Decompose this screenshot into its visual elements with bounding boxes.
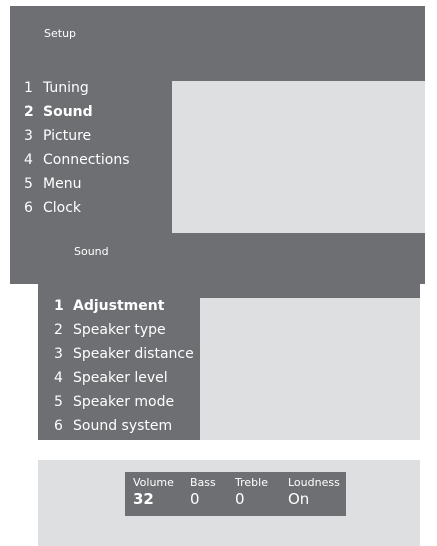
menu-item-number: 5 xyxy=(24,176,33,192)
sound-menu-item-speaker-mode[interactable]: 5 Speaker mode xyxy=(54,393,174,411)
setup-menu-item-menu[interactable]: 5 Menu xyxy=(24,175,81,193)
loudness-label: Loudness xyxy=(288,476,340,489)
sound-menu-item-sound-system[interactable]: 6 Sound system xyxy=(54,417,172,435)
sound-menu-item-speaker-distance[interactable]: 3 Speaker distance xyxy=(54,345,194,363)
bass-readout: Bass 0 xyxy=(190,476,216,508)
menu-item-label: Clock xyxy=(43,200,82,216)
menu-item-label: Tuning xyxy=(43,80,89,96)
menu-item-label: Speaker mode xyxy=(73,394,175,410)
treble-readout: Treble 0 xyxy=(235,476,268,508)
menu-item-label: Speaker distance xyxy=(73,346,194,362)
menu-item-number: 4 xyxy=(54,370,63,386)
menu-item-label: Menu xyxy=(43,176,82,192)
setup-menu-item-tuning[interactable]: 1 Tuning xyxy=(24,79,89,97)
treble-value: 0 xyxy=(235,490,245,508)
bass-value: 0 xyxy=(190,490,200,508)
setup-menu-item-clock[interactable]: 6 Clock xyxy=(24,199,81,217)
menu-item-label: Sound system xyxy=(73,418,173,434)
treble-label: Treble xyxy=(235,476,268,489)
menu-item-number: 1 xyxy=(54,298,64,314)
setup-menu-preview-area xyxy=(172,81,425,233)
setup-menu-item-sound[interactable]: 2 Sound xyxy=(24,103,93,121)
sound-menu-panel: Sound 1 Adjustment 2 Speaker type 3 Speaker… xyxy=(38,235,420,440)
menu-item-label: Picture xyxy=(43,128,92,144)
menu-item-number: 5 xyxy=(54,394,63,410)
menu-item-label: Speaker level xyxy=(73,370,168,386)
volume-label: Volume xyxy=(133,476,174,489)
sound-status-panel: Volume 32 Bass 0 Treble 0 Loudness On xyxy=(38,460,420,546)
menu-item-number: 6 xyxy=(54,418,63,434)
loudness-value: On xyxy=(288,490,310,508)
menu-item-number: 2 xyxy=(54,322,63,338)
sound-menu-title: Sound xyxy=(74,245,109,258)
menu-item-label: Adjustment xyxy=(73,298,165,314)
sound-status-box: Volume 32 Bass 0 Treble 0 Loudness On xyxy=(125,472,346,516)
menu-item-label: Connections xyxy=(43,152,130,168)
setup-menu-title: Setup xyxy=(44,27,77,40)
sound-menu-preview-area xyxy=(200,298,420,440)
sound-menu-item-speaker-type[interactable]: 2 Speaker type xyxy=(54,321,166,339)
menu-item-label: Speaker type xyxy=(73,322,166,338)
bass-label: Bass xyxy=(190,476,216,489)
menu-item-number: 2 xyxy=(24,104,34,120)
menu-item-number: 1 xyxy=(24,80,33,96)
menu-item-label: Sound xyxy=(43,104,93,120)
setup-menu-item-picture[interactable]: 3 Picture xyxy=(24,127,91,145)
volume-value: 32 xyxy=(133,490,154,508)
setup-menu-item-connections[interactable]: 4 Connections xyxy=(24,151,130,169)
menu-item-number: 3 xyxy=(24,128,33,144)
menu-item-number: 4 xyxy=(24,152,33,168)
loudness-readout: Loudness On xyxy=(288,476,340,508)
menu-item-number: 6 xyxy=(24,200,33,216)
sound-menu-item-adjustment[interactable]: 1 Adjustment xyxy=(54,297,164,315)
menu-item-number: 3 xyxy=(54,346,63,362)
sound-menu-item-speaker-level[interactable]: 4 Speaker level xyxy=(54,369,168,387)
volume-readout: Volume 32 xyxy=(133,476,174,508)
